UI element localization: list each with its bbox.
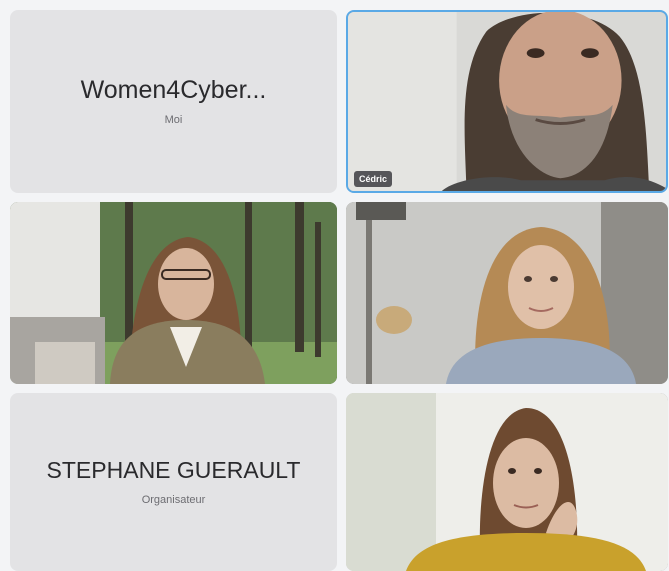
participant-name-label: Cédric <box>354 171 393 187</box>
participant-video-feed <box>346 202 668 384</box>
participant-video-feed <box>348 12 666 191</box>
participant-video-feed <box>346 393 668 571</box>
participant-role: Organisateur <box>141 493 206 506</box>
participant-display-name: Women4Cyber... <box>80 75 267 104</box>
participant-video-feed <box>10 202 337 384</box>
participant-display-name: STEPHANE GUERAULT <box>46 457 301 484</box>
participant-video-tile[interactable] <box>10 202 337 384</box>
participant-tile-organizer[interactable]: STEPHANE GUERAULT Organisateur <box>10 393 337 571</box>
participant-video-tile-cedric[interactable]: Cédric <box>346 10 668 193</box>
participant-tile-self[interactable]: Women4Cyber... Moi <box>10 10 337 193</box>
participant-video-tile[interactable] <box>346 393 668 571</box>
participant-role: Moi <box>164 114 183 127</box>
participant-video-tile[interactable] <box>346 202 668 384</box>
